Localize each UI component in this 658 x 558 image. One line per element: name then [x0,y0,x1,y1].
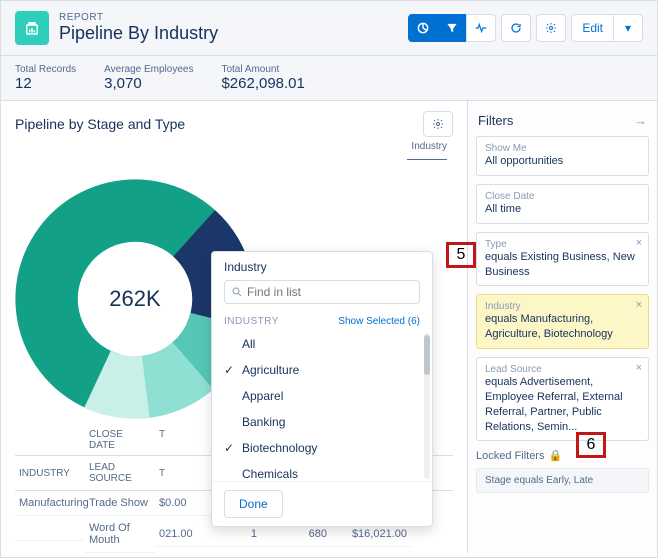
edit-button[interactable]: Edit [571,14,614,42]
popover-title: Industry [224,260,420,274]
show-selected-link[interactable]: Show Selected (6) [338,316,420,327]
summary-bar: Total Records 12 Average Employees 3,070… [1,56,657,101]
popover-item[interactable]: ✓Biotechnology [212,435,432,461]
close-icon[interactable]: × [636,299,642,311]
annotation-6: 6 [576,432,606,458]
arrow-right-icon[interactable]: → [634,113,647,128]
popover-item[interactable]: Chemicals [212,461,432,481]
annotation-5: 5 [446,242,476,268]
close-icon[interactable]: × [636,237,642,249]
filter-card-close-date[interactable]: Close Date All time [476,184,649,224]
check-icon: ✓ [224,441,234,455]
done-button[interactable]: Done [224,490,283,518]
summary-total-amount: Total Amount $262,098.01 [221,64,304,92]
chart-title: Pipeline by Stage and Type [15,116,185,132]
donut-center-value: 262K [109,286,160,312]
report-icon [15,11,49,45]
popover-list: All ✓Agriculture Apparel Banking ✓Biotec… [212,331,432,481]
locked-filter: Stage equals Early, Late [476,468,649,493]
close-icon[interactable]: × [636,362,642,374]
chart-settings-button[interactable] [423,111,453,137]
filter-card-show-me[interactable]: Show Me All opportunities [476,136,649,176]
col-industry[interactable]: INDUSTRY [15,462,85,485]
filters-title: Filters → [476,111,649,136]
popover-item[interactable]: Apparel [212,383,432,409]
summary-avg-employees: Average Employees 3,070 [104,64,193,92]
header-eyebrow: REPORT [59,12,408,23]
popover-search[interactable] [224,280,420,304]
search-icon [231,286,243,298]
legend-stub [407,159,447,160]
header-actions: Edit ▾ [408,14,643,42]
edit-dropdown-button[interactable]: ▾ [613,14,643,42]
settings-button[interactable] [536,14,566,42]
locked-filters-title: Locked Filters 🔒 [476,449,649,462]
popover-item[interactable]: All [212,331,432,357]
page-title: Pipeline By Industry [59,23,408,44]
popover-item[interactable]: Banking [212,409,432,435]
activity-button[interactable] [466,14,496,42]
filter-card-type[interactable]: × Type equals Existing Business, New Bus… [476,232,649,287]
popover-search-input[interactable] [247,285,413,299]
summary-total-records: Total Records 12 [15,64,76,92]
refresh-button[interactable] [501,14,531,42]
lock-icon: 🔒 [548,449,562,462]
chart-toggle-button[interactable] [408,14,438,42]
filters-panel: Filters → Show Me All opportunities Clos… [467,101,657,553]
industry-filter-popover: Industry INDUSTRY Show Selected (6) All … [211,251,433,527]
col-t[interactable]: T [155,462,201,485]
chart-legend: Industry [15,141,453,163]
popover-item[interactable]: ✓Agriculture [212,357,432,383]
report-header: REPORT Pipeline By Industry Edit ▾ [1,1,657,56]
popover-category-label: INDUSTRY [224,316,279,327]
check-icon: ✓ [224,363,234,377]
filter-toggle-button[interactable] [437,14,467,42]
col-lead-source[interactable]: LEAD SOURCE [85,456,155,490]
popover-scrollbar[interactable] [424,333,430,479]
filter-card-industry[interactable]: × Industry equals Manufacturing, Agricul… [476,294,649,349]
main-panel: Pipeline by Stage and Type Industry 262K… [1,101,467,553]
filter-card-lead-source[interactable]: × Lead Source equals Advertisement, Empl… [476,357,649,441]
header-title-block: REPORT Pipeline By Industry [59,12,408,44]
